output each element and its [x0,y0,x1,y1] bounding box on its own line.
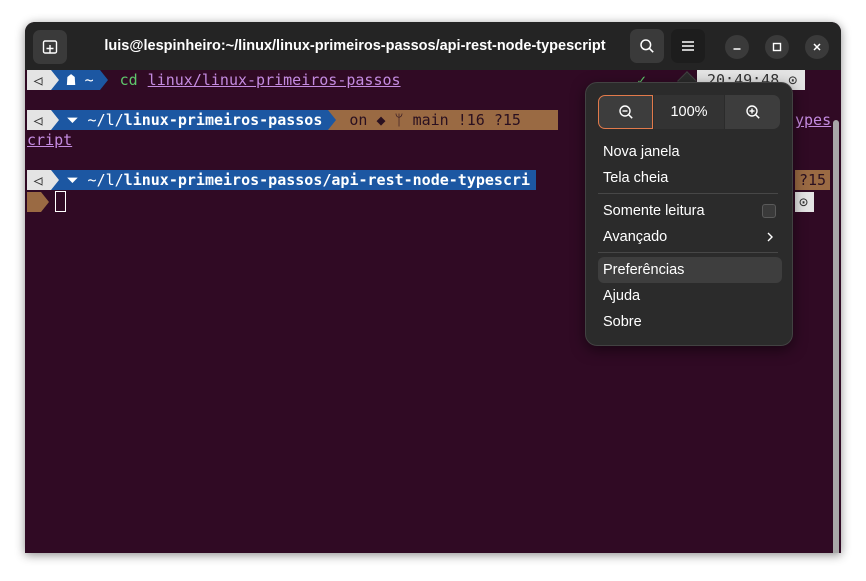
prompt-line-2: ⏿ ⏷ ~/l/linux-primeiros-passos on ◆ ᛘ ma… [27,110,559,130]
title-bar: luis@lespinheiro:~/linux/linux-primeiros… [25,22,841,70]
menu-item-fullscreen[interactable]: Tela cheia [598,165,782,191]
prompt-line-1: ⏿ ☗ ~ cd linux/linux-primeiros-passos [27,70,401,90]
text-cursor [55,191,66,212]
dir-bold: linux-primeiros-passos [123,111,323,129]
read-only-checkbox[interactable] [762,204,776,218]
dir-bold: linux-primeiros-passos/api-rest-node-typ… [123,171,531,189]
minimize-button[interactable] [725,35,749,59]
hamburger-icon [682,41,694,51]
main-menu-popover: 100% Nova janela Tela cheia Somente leit… [585,82,793,346]
command-text: cd [119,71,138,89]
menu-separator [598,193,778,194]
zoom-in-icon [745,105,760,119]
menu-item-help[interactable]: Ajuda [598,283,782,309]
menu-item-about[interactable]: Sobre [598,309,782,335]
new-tab-icon [42,40,58,54]
os-segment: ⏿ [27,170,51,190]
dir-segment: ☗ ~ [58,70,100,90]
minimize-icon [733,48,741,50]
maximize-button[interactable] [765,35,789,59]
new-tab-button[interactable] [33,30,67,64]
search-button[interactable] [630,29,664,63]
close-icon [813,43,821,51]
os-segment: ⏿ [27,110,51,130]
wrapped-path: cript [27,131,73,149]
zoom-out-icon [618,105,633,119]
search-icon [640,39,654,53]
main-menu-button[interactable] [671,29,705,63]
zoom-in-button[interactable] [725,95,780,129]
prompt-line-3: ⏿ ⏷ ~/l/linux-primeiros-passos/api-rest-… [27,170,537,190]
menu-item-new-window[interactable]: Nova janela [598,139,782,165]
time-segment-tail: ⊙ [795,192,815,212]
menu-item-advanced[interactable]: Avançado [598,224,782,250]
scrollbar[interactable] [833,120,839,553]
menu-separator [598,252,778,253]
os-segment: ⏿ [27,70,51,90]
maximize-icon [772,42,782,52]
git-segment-tail: ?15 [795,170,831,190]
zoom-level[interactable]: 100% [653,95,725,129]
wrapped-path-tail: ypes [795,111,832,129]
window-title: luis@lespinheiro:~/linux/linux-primeiros… [104,38,606,54]
dir-segment: ⏷ ~/l/linux-primeiros-passos/api-rest-no… [58,170,537,190]
menu-item-read-only[interactable]: Somente leitura [598,198,782,224]
menu-item-preferences[interactable]: Preferências [598,257,782,283]
git-segment: on ◆ ᛘ main !16 ?15 [336,110,559,130]
chevron-right-icon [764,224,776,250]
zoom-controls: 100% [598,95,782,129]
zoom-out-button[interactable] [598,95,653,129]
dir-segment: ⏷ ~/l/linux-primeiros-passos [58,110,329,130]
close-button[interactable] [805,35,829,59]
command-argument: linux/linux-primeiros-passos [147,71,401,89]
prompt-marker [27,192,41,212]
